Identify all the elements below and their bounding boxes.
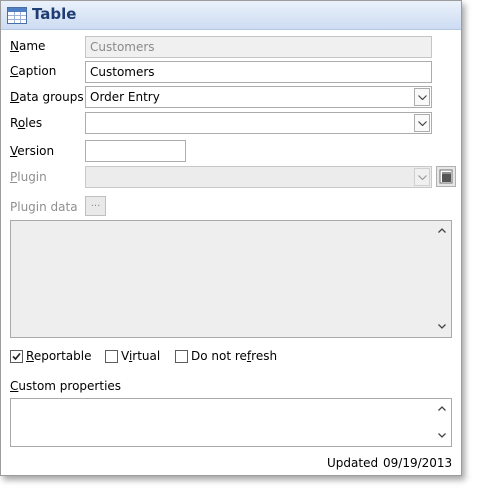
caption-label: Caption — [10, 64, 57, 78]
data-groups-select[interactable]: Order Entry — [85, 86, 432, 108]
checkmark-icon — [12, 352, 21, 361]
updated-date: 09/19/2013 — [383, 456, 453, 470]
do-not-refresh-label[interactable]: Do not refresh — [191, 349, 277, 363]
title-bar: Table — [1, 1, 461, 30]
plugin-data-browse-button[interactable]: ... — [85, 196, 106, 216]
table-properties-dialog: Table Name Customers Caption Customers D… — [0, 0, 462, 476]
scroll-down-icon[interactable] — [434, 428, 450, 444]
caption-field[interactable]: Customers — [85, 61, 432, 83]
chevron-down-icon[interactable] — [414, 114, 430, 132]
name-field[interactable]: Customers — [85, 36, 432, 58]
version-field[interactable] — [85, 140, 186, 162]
custom-properties-label: Custom properties — [10, 379, 122, 393]
plugin-properties-button[interactable] — [436, 166, 456, 187]
roles-select[interactable] — [85, 112, 432, 134]
reportable-checkbox[interactable] — [10, 350, 23, 363]
plugin-label: Plugin — [10, 170, 47, 184]
chevron-down-icon[interactable] — [414, 168, 430, 186]
scroll-up-icon[interactable] — [434, 401, 450, 417]
name-label: Name — [10, 39, 46, 53]
version-label: Version — [10, 144, 55, 158]
virtual-label[interactable]: Virtual — [121, 349, 160, 363]
scroll-down-icon[interactable] — [434, 319, 450, 335]
plugin-data-textarea[interactable] — [10, 220, 452, 338]
do-not-refresh-checkbox[interactable] — [175, 350, 188, 363]
virtual-checkbox[interactable] — [105, 350, 118, 363]
updated-label: Updated — [327, 456, 379, 470]
plugin-select[interactable] — [85, 166, 432, 188]
plugin-data-label: Plugin data — [10, 200, 78, 214]
reportable-label[interactable]: Reportable — [26, 349, 91, 363]
custom-properties-textarea[interactable] — [10, 398, 452, 447]
scroll-up-icon[interactable] — [434, 223, 450, 239]
chevron-down-icon[interactable] — [414, 88, 430, 106]
data-groups-label: Data groups — [10, 90, 84, 104]
roles-label: Roles — [10, 116, 43, 130]
data-groups-value: Order Entry — [90, 90, 160, 104]
window-title: Table — [32, 5, 77, 23]
table-icon — [7, 7, 27, 24]
document-icon — [439, 169, 453, 184]
